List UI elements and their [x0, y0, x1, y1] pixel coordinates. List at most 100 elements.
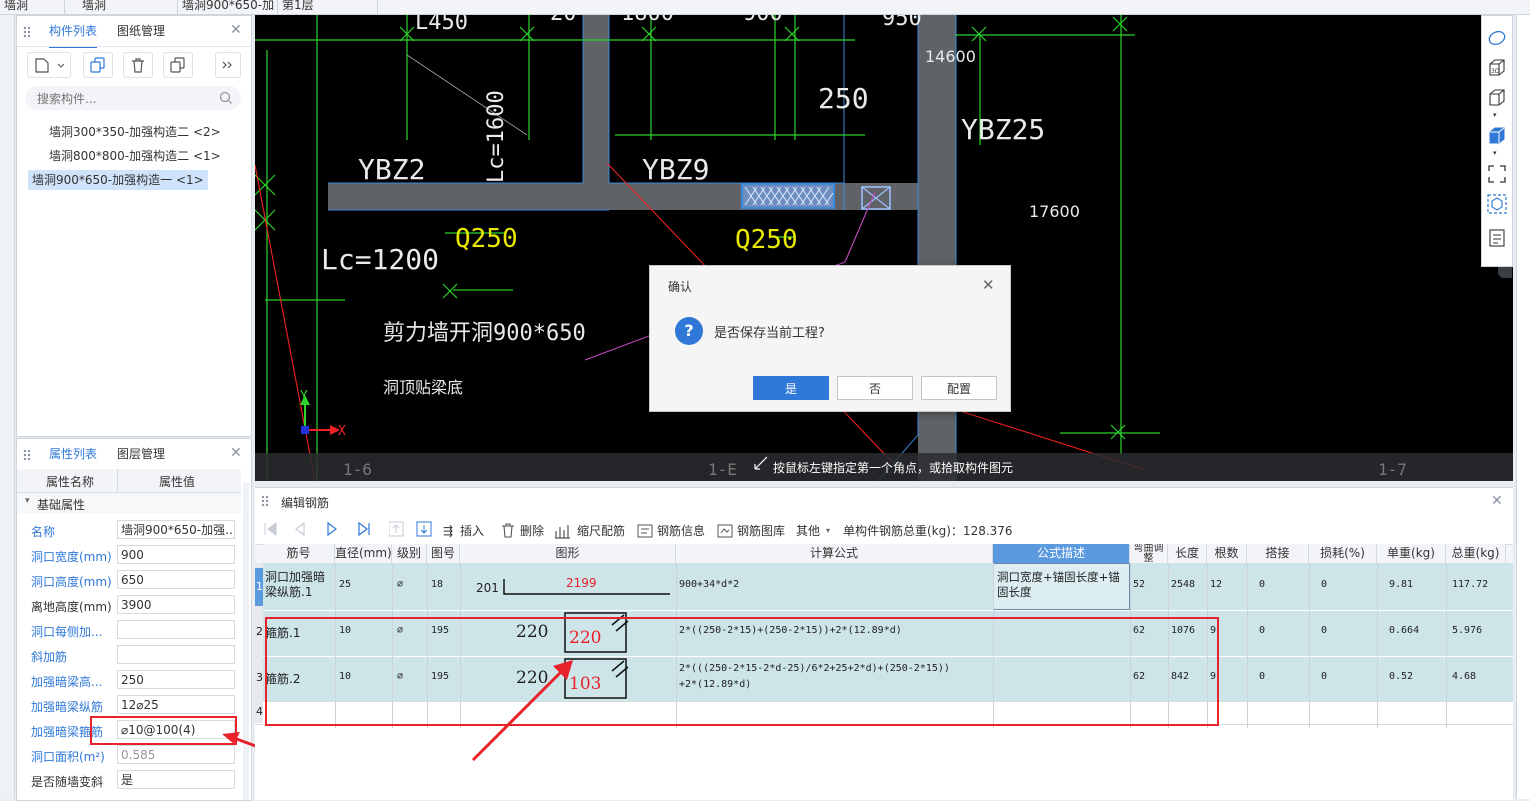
grid-line: [1377, 563, 1378, 728]
more-button[interactable]: [215, 52, 241, 78]
copy-component-button[interactable]: [83, 52, 113, 78]
close-icon[interactable]: ✕: [230, 445, 242, 461]
cell-bend[interactable]: 52: [1133, 579, 1145, 590]
property-value[interactable]: [117, 645, 235, 664]
coordinate-axes-icon: Y X: [300, 389, 346, 439]
tab-property-list[interactable]: 属性列表: [49, 439, 98, 471]
cell-unit-weight[interactable]: 9.81: [1389, 579, 1413, 590]
component-item[interactable]: 墙洞800*800-加强构造二 <1>: [45, 146, 225, 166]
cell-total-weight[interactable]: 117.72: [1452, 579, 1488, 590]
next-record-icon[interactable]: [327, 521, 337, 537]
column-header: 弯曲调整: [1130, 544, 1168, 563]
component-item-selected[interactable]: 墙洞900*650-加强构造一 <1>: [28, 170, 208, 190]
new-component-button[interactable]: [27, 52, 71, 78]
last-record-icon[interactable]: [358, 521, 370, 537]
cell-formula-desc[interactable]: 洞口宽度+锚固长度+锚固长度: [997, 570, 1128, 600]
cell-loss[interactable]: 0: [1321, 625, 1327, 636]
rebar-shape-drawing: [503, 579, 670, 595]
chevron-double-right-icon: [222, 61, 232, 69]
tab-layer-management[interactable]: 图层管理: [117, 439, 165, 469]
cell-total-weight[interactable]: 5.976: [1452, 625, 1482, 636]
drag-handle-icon[interactable]: [23, 449, 31, 461]
top-tab-3[interactable]: 墙洞900*650-加: [178, 0, 278, 14]
box-select-icon[interactable]: [1487, 194, 1507, 214]
top-tab-4[interactable]: 第1层: [278, 0, 378, 14]
first-record-icon[interactable]: [264, 522, 277, 536]
other-menu[interactable]: 其他: [796, 523, 820, 539]
close-icon[interactable]: ✕: [982, 276, 995, 294]
property-name: 洞口每侧加...: [31, 625, 103, 639]
insert-button[interactable]: 插入: [460, 523, 484, 539]
property-value[interactable]: 墙洞900*650-加强...: [117, 520, 235, 539]
cad-text: Q250: [455, 224, 518, 254]
cell-lap[interactable]: 0: [1259, 671, 1265, 682]
cell-length[interactable]: 2548: [1171, 579, 1195, 590]
component-item[interactable]: 墙洞300*350-加强构造二 <2>: [45, 122, 225, 142]
cell-loss[interactable]: 0: [1321, 671, 1327, 682]
group-label: 基础属性: [37, 498, 86, 512]
property-value[interactable]: 250: [117, 670, 235, 689]
axis-y-label: Y: [300, 389, 308, 404]
drag-handle-icon[interactable]: [23, 26, 31, 38]
cell-bar-name[interactable]: 洞口加强暗梁纵筋.1: [265, 570, 333, 600]
cube-view-icon[interactable]: [1487, 88, 1507, 108]
property-row: 洞口每侧加...: [27, 618, 237, 643]
column-header-selected[interactable]: 公式描述: [993, 544, 1130, 563]
rebar-info-button[interactable]: 钢筋信息: [657, 523, 705, 539]
cell-grade[interactable]: ⌀: [397, 579, 403, 590]
dropdown-icon[interactable]: ▾: [1493, 149, 1497, 157]
yes-button[interactable]: 是: [753, 376, 829, 400]
cell-loss[interactable]: 0: [1321, 579, 1327, 590]
cell-diameter[interactable]: 25: [339, 579, 351, 590]
cell-unit-weight[interactable]: 0.664: [1389, 625, 1419, 636]
search-box[interactable]: [25, 86, 241, 110]
property-value[interactable]: 12⌀25: [117, 695, 235, 714]
cell-lap[interactable]: 0: [1259, 579, 1265, 590]
property-value[interactable]: [117, 620, 235, 639]
property-value[interactable]: 650: [117, 570, 235, 589]
cad-text: L450: [415, 15, 468, 35]
top-tab-1[interactable]: 墙洞: [0, 0, 65, 14]
cube-solid-icon[interactable]: [1487, 126, 1507, 146]
nav-buttons: [264, 521, 370, 537]
search-icon[interactable]: [219, 91, 233, 105]
rebar-library-button[interactable]: 钢筋图库: [737, 523, 785, 539]
layer-copy-button[interactable]: [163, 52, 193, 78]
prev-record-icon[interactable]: [295, 521, 305, 537]
property-value[interactable]: 3900: [117, 595, 235, 614]
rotate-view-icon[interactable]: [1487, 28, 1507, 48]
dropdown-icon[interactable]: ▾: [1493, 111, 1497, 119]
list-view-icon[interactable]: [1487, 228, 1507, 248]
fullscreen-icon[interactable]: [1487, 164, 1507, 184]
cell-formula[interactable]: 900+34*d*2: [679, 579, 739, 590]
cell-lap[interactable]: 0: [1259, 625, 1265, 636]
close-icon[interactable]: ✕: [1491, 493, 1503, 509]
cell-figure-no[interactable]: 18: [431, 579, 443, 590]
cad-text: Lc=1600: [484, 90, 509, 183]
collapse-icon[interactable]: ▾: [25, 496, 30, 506]
chevron-down-icon[interactable]: ▾: [826, 523, 830, 539]
cell-count[interactable]: 12: [1210, 579, 1222, 590]
row-number: 1: [256, 580, 263, 593]
group-row[interactable]: ▾ 基础属性: [17, 493, 241, 513]
tab-component-list[interactable]: 构件列表: [49, 16, 98, 48]
3d-view-icon[interactable]: 3D: [1487, 58, 1507, 78]
drag-handle-icon[interactable]: [261, 495, 269, 507]
delete-button[interactable]: 删除: [520, 523, 544, 539]
no-button[interactable]: 否: [837, 376, 913, 400]
cell-unit-weight[interactable]: 0.52: [1389, 671, 1413, 682]
insert-icon: ⇶: [443, 524, 454, 538]
tab-drawing-management[interactable]: 图纸管理: [117, 16, 165, 46]
configure-button[interactable]: 配置: [921, 376, 997, 400]
property-value[interactable]: 900: [117, 545, 235, 564]
delete-component-button[interactable]: [123, 52, 153, 78]
property-row: 名称 墙洞900*650-加强...: [27, 518, 237, 543]
close-icon[interactable]: ✕: [230, 22, 242, 38]
rebar-editor-panel: 编辑钢筋 ✕ ⇶ 插入 删除 缩尺配筋 钢筋信息 钢筋图库 其他 ▾ 单构件钢筋…: [255, 487, 1513, 800]
property-row: 离地高度(mm) 3900: [27, 593, 237, 618]
scale-rebar-button[interactable]: 缩尺配筋: [577, 523, 625, 539]
search-input[interactable]: [35, 89, 219, 109]
cell-total-weight[interactable]: 4.68: [1452, 671, 1476, 682]
top-tab-2[interactable]: 墙洞: [78, 0, 178, 14]
property-value[interactable]: 是: [117, 770, 235, 789]
